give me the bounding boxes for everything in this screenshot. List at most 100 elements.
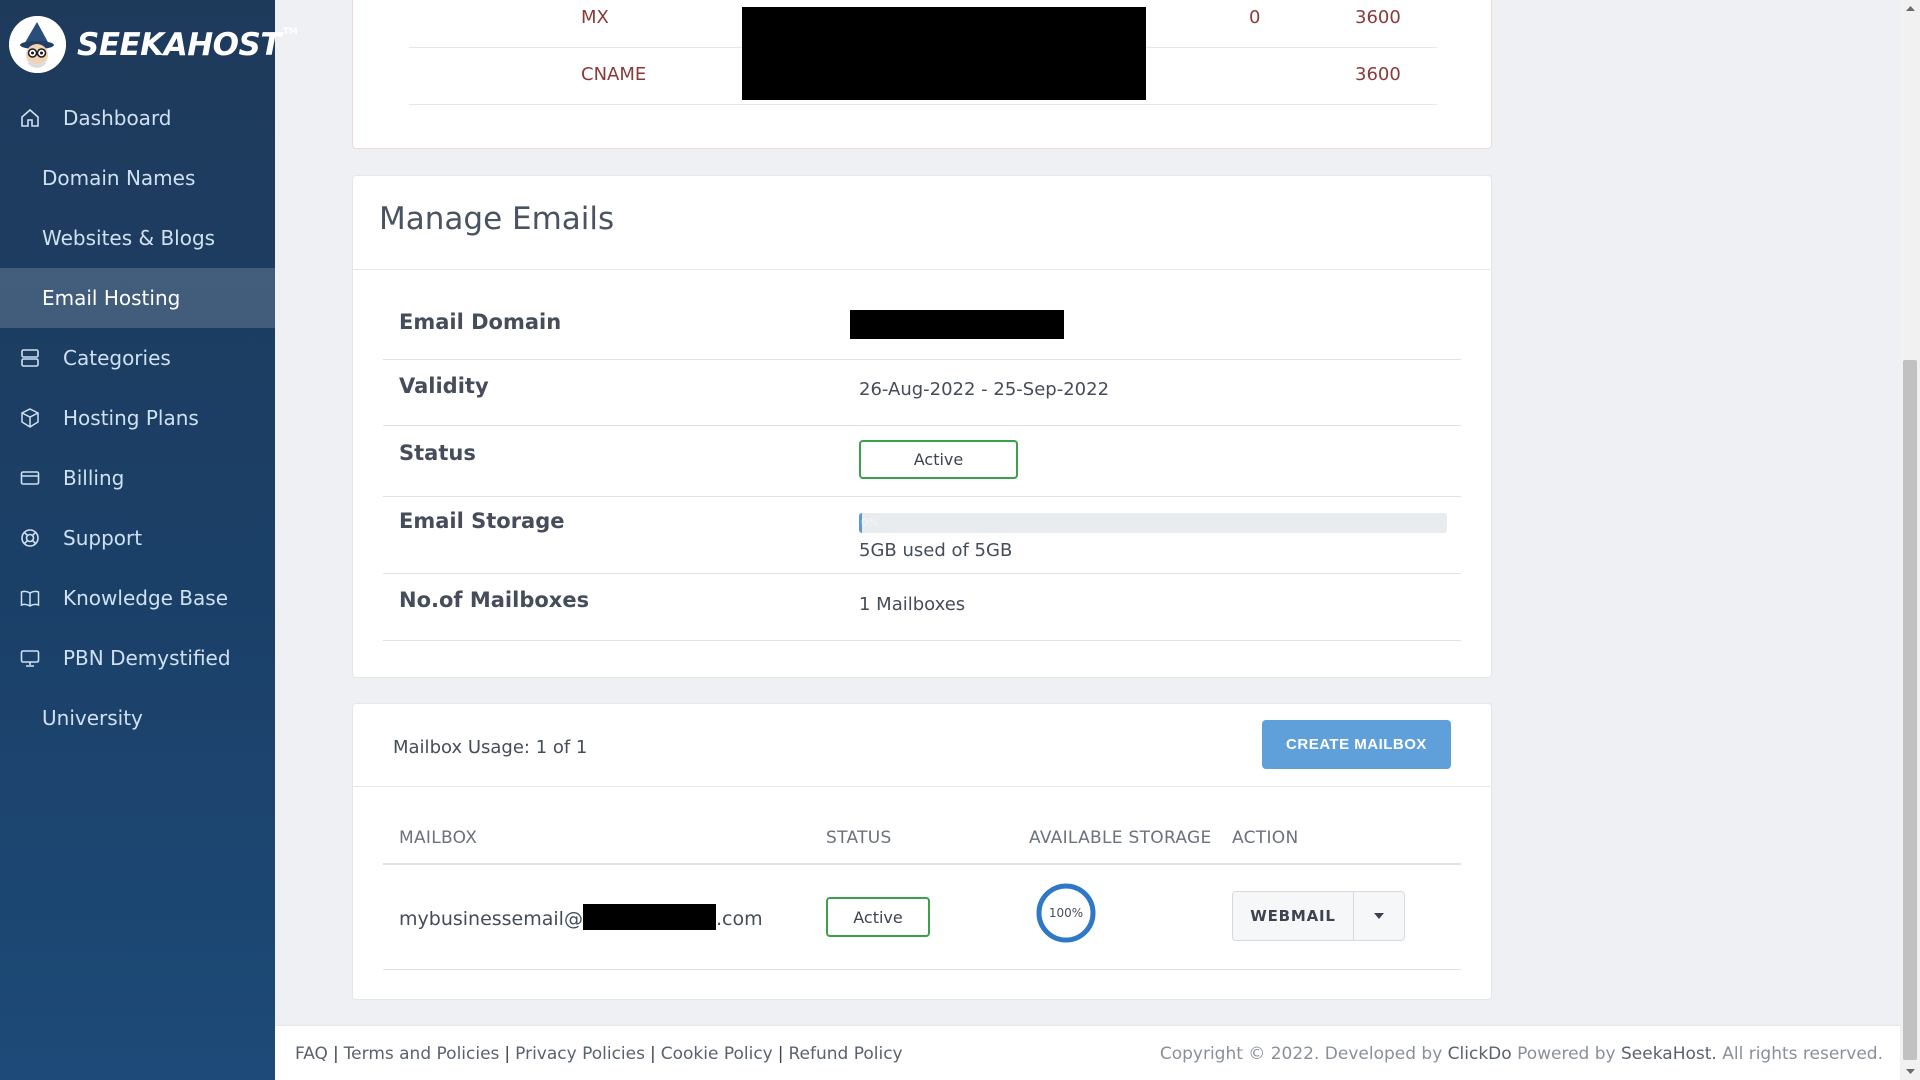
sidebar-item-label: Websites & Blogs (42, 226, 216, 250)
mailboxes-label: No.of Mailboxes (399, 588, 590, 612)
powered-by-text: Powered by (1517, 1044, 1616, 1064)
info-row-status: Status Active (383, 426, 1461, 497)
box-icon (19, 407, 41, 429)
column-header-status: STATUS (826, 828, 892, 848)
status-badge: Active (859, 440, 1018, 479)
dns-record-ttl: 3600 (1355, 7, 1401, 28)
footer: FAQ | Terms and Policies | Privacy Policies |… (275, 1025, 1900, 1080)
brand-name: SEEKAHOST TM (77, 26, 298, 63)
footer-separator: | (504, 1044, 511, 1064)
dns-record-type: CNAME (581, 64, 647, 85)
page-scrollbar[interactable] (1900, 0, 1920, 1080)
sidebar-item-label: Domain Names (42, 166, 196, 190)
redacted-mailbox-domain (582, 904, 716, 930)
brand[interactable]: SEEKAHOST TM (9, 16, 298, 73)
mailbox-usage: Mailbox Usage: 1 of 1 (393, 737, 588, 758)
mailbox-email-prefix: mybusinessemail@ (399, 908, 583, 930)
server-icon (19, 347, 41, 369)
seekahost-link[interactable]: SeekaHost. (1621, 1044, 1717, 1064)
footer-links: FAQ | Terms and Policies | Privacy Policies |… (295, 1044, 903, 1064)
validity-value: 26-Aug-2022 - 25-Sep-2022 (859, 379, 1110, 400)
sidebar-item-billing[interactable]: Billing (0, 448, 275, 508)
lifebuoy-icon (19, 527, 41, 549)
sidebar: SEEKAHOST TM Dashboard Domain Names Websi… (0, 0, 298, 1080)
developer-link[interactable]: ClickDo (1448, 1044, 1512, 1064)
monitor-icon (19, 647, 41, 669)
scroll-down-arrow-icon[interactable] (1900, 1063, 1920, 1080)
storage-usage-value: 5GB used of 5GB (859, 540, 1013, 561)
sidebar-item-label: Email Hosting (42, 286, 181, 310)
sidebar-item-university[interactable]: University (0, 688, 275, 748)
mailbox-email-address: mybusinessemail@ .com (399, 904, 763, 930)
scroll-up-arrow-icon[interactable] (1900, 0, 1920, 17)
webmail-dropdown-toggle[interactable] (1354, 892, 1404, 940)
wizard-logo-icon (9, 16, 66, 73)
table-row-divider (383, 969, 1461, 970)
credit-card-icon (19, 467, 41, 489)
sidebar-item-knowledge-base[interactable]: Knowledge Base (0, 568, 275, 628)
rights-text: All rights reserved. (1722, 1044, 1883, 1064)
webmail-button-group: WEBMAIL (1232, 891, 1405, 941)
sidebar-nav: Dashboard Domain Names Websites & Blogs … (0, 88, 275, 748)
storage-progress-bar: 0% (859, 513, 1447, 533)
sidebar-item-websites-blogs[interactable]: Websites & Blogs (0, 208, 275, 268)
sidebar-item-dashboard[interactable]: Dashboard (0, 88, 275, 148)
sidebar-item-pbn-demystified[interactable]: PBN Demystified (0, 628, 275, 688)
manage-emails-card: Manage Emails Email Domain Validity 26-A… (352, 175, 1492, 678)
sidebar-item-label: Support (63, 526, 143, 550)
sidebar-item-label: Knowledge Base (63, 586, 228, 610)
footer-separator: | (649, 1044, 656, 1064)
storage-percent-label: 100% (1049, 906, 1083, 920)
mailboxes-value: 1 Mailboxes (859, 594, 966, 615)
email-storage-label: Email Storage (399, 509, 565, 533)
sidebar-item-label: Dashboard (63, 106, 172, 130)
dns-record-ttl: 3600 (1355, 64, 1401, 85)
redacted-dns-value (742, 7, 1146, 100)
validity-label: Validity (399, 374, 489, 398)
email-domain-label: Email Domain (399, 310, 562, 334)
trademark-mark: TM (282, 26, 298, 37)
create-mailbox-button[interactable]: CREATE MAILBOX (1262, 720, 1451, 769)
info-row-mailboxes: No.of Mailboxes 1 Mailboxes (383, 574, 1461, 641)
footer-link-refund[interactable]: Refund Policy (788, 1044, 902, 1064)
table-header-divider (383, 863, 1461, 865)
sidebar-item-domain-names[interactable]: Domain Names (0, 148, 275, 208)
column-header-mailbox: MAILBOX (399, 828, 478, 848)
info-row-email-storage: Email Storage 0% 5GB used of 5GB (383, 497, 1461, 574)
sidebar-item-label: Hosting Plans (63, 406, 199, 430)
footer-link-cookie[interactable]: Cookie Policy (661, 1044, 773, 1064)
dns-record-type: MX (581, 7, 609, 28)
info-row-validity: Validity 26-Aug-2022 - 25-Sep-2022 (383, 360, 1461, 426)
footer-separator: | (777, 1044, 784, 1064)
caret-down-icon (1374, 913, 1384, 919)
webmail-button[interactable]: WEBMAIL (1233, 892, 1354, 940)
mailbox-panel: Mailbox Usage: 1 of 1 CREATE MAILBOX MAI… (352, 703, 1492, 1000)
sidebar-item-hosting-plans[interactable]: Hosting Plans (0, 388, 275, 448)
sidebar-item-email-hosting[interactable]: Email Hosting (0, 268, 275, 328)
column-header-available-storage: AVAILABLE STORAGE (1029, 828, 1212, 848)
status-label: Status (399, 441, 476, 465)
storage-donut-chart: 100% (1036, 883, 1096, 943)
dns-record-priority: 0 (1249, 7, 1261, 28)
sidebar-item-support[interactable]: Support (0, 508, 275, 568)
footer-copyright: Copyright © 2022. Developed by ClickDo P… (1160, 1044, 1883, 1064)
copyright-text: Copyright © 2022. Developed by (1159, 1044, 1443, 1064)
book-icon (19, 587, 41, 609)
mailbox-email-suffix: .com (715, 908, 763, 930)
home-icon (19, 107, 41, 129)
card-divider (353, 786, 1491, 787)
footer-link-terms[interactable]: Terms and Policies (344, 1044, 500, 1064)
mailbox-status-badge: Active (826, 897, 930, 937)
storage-progress-fill: 0% (859, 513, 878, 533)
footer-link-faq[interactable]: FAQ (295, 1044, 328, 1064)
redacted-email-domain (850, 310, 1064, 339)
column-header-action: ACTION (1232, 828, 1299, 848)
info-row-email-domain: Email Domain (383, 270, 1461, 360)
dns-records-card: MX 0 3600 CNAME 3600 (352, 0, 1492, 149)
scrollbar-thumb[interactable] (1903, 360, 1917, 1060)
footer-link-privacy[interactable]: Privacy Policies (515, 1044, 645, 1064)
sidebar-item-label: PBN Demystified (63, 646, 231, 670)
sidebar-item-label: Categories (63, 346, 171, 370)
sidebar-item-categories[interactable]: Categories (0, 328, 275, 388)
sidebar-item-label: University (42, 706, 143, 730)
